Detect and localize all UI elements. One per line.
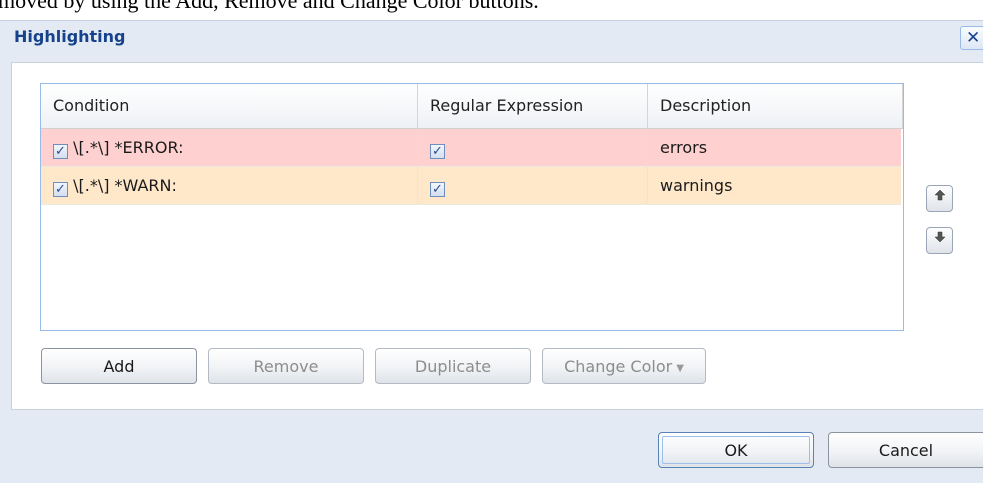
ok-button[interactable]: OK	[658, 432, 814, 468]
arrow-up-icon	[933, 189, 946, 205]
change-color-button-label: Change Color	[564, 357, 673, 376]
regex-cell: ✓	[418, 167, 648, 204]
remove-button[interactable]: Remove	[208, 348, 364, 384]
duplicate-button[interactable]: Duplicate	[375, 348, 531, 384]
close-icon[interactable]: ✕	[960, 26, 983, 50]
remove-button-label: Remove	[253, 357, 319, 376]
column-header-regular-expression[interactable]: Regular Expression	[418, 84, 648, 128]
highlight-rules-grid: Condition Regular Expression Description…	[40, 83, 904, 331]
highlighting-dialog: Highlighting ✕ Condition Regular Express…	[0, 20, 983, 483]
dialog-body: Condition Regular Expression Description…	[11, 62, 983, 410]
grid-header: Condition Regular Expression Description	[41, 84, 903, 129]
arrow-down-icon	[933, 231, 946, 247]
change-color-button[interactable]: Change Color ▼	[542, 348, 706, 384]
duplicate-button-label: Duplicate	[414, 357, 492, 376]
ok-button-label: OK	[662, 436, 810, 464]
dialog-title: Highlighting	[14, 27, 126, 46]
enabled-checkbox[interactable]: ✓	[53, 182, 68, 197]
description-cell: warnings	[660, 176, 733, 195]
column-header-condition[interactable]: Condition	[41, 84, 418, 128]
regex-checkbox[interactable]: ✓	[430, 182, 445, 197]
cancel-button-label: Cancel	[878, 441, 934, 460]
description-cell: errors	[660, 138, 708, 157]
chevron-down-icon: ▼	[676, 363, 684, 374]
cancel-button[interactable]: Cancel	[828, 432, 983, 468]
table-row[interactable]: ✓ \[.*\] *ERROR: ✓ errors	[41, 129, 901, 167]
add-button-label: Add	[103, 357, 135, 376]
background-document-text: moved by using the Add, Remove and Chang…	[0, 0, 539, 13]
add-button[interactable]: Add	[41, 348, 197, 384]
table-row[interactable]: ✓ \[.*\] *WARN: ✓ warnings	[41, 167, 901, 205]
move-up-button[interactable]	[926, 185, 953, 212]
condition-text: \[.*\] *WARN:	[73, 176, 177, 195]
condition-cell: ✓ \[.*\] *ERROR:	[41, 129, 418, 166]
change-color-button-content: Change Color ▼	[546, 352, 702, 380]
condition-text: \[.*\] *ERROR:	[73, 138, 184, 157]
regex-checkbox[interactable]: ✓	[430, 144, 445, 159]
dialog-title-bar[interactable]: Highlighting ✕	[0, 21, 983, 59]
move-down-button[interactable]	[926, 227, 953, 254]
enabled-checkbox[interactable]: ✓	[53, 144, 68, 159]
regex-cell: ✓	[418, 129, 648, 166]
column-header-description[interactable]: Description	[648, 84, 903, 128]
condition-cell: ✓ \[.*\] *WARN:	[41, 167, 418, 204]
